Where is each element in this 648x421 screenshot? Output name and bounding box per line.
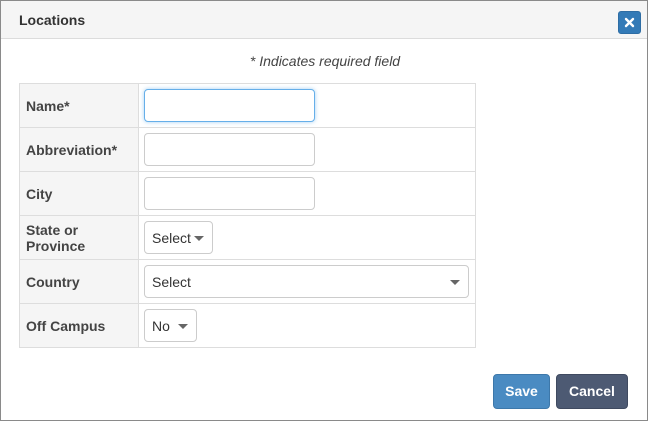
name-label: Name* — [19, 83, 139, 128]
chevron-down-icon — [178, 324, 188, 329]
required-field-note: * Indicates required field — [249, 53, 401, 69]
city-label: City — [19, 171, 139, 216]
country-select[interactable]: Select — [144, 265, 469, 298]
abbreviation-input[interactable] — [144, 133, 315, 166]
form-row-name: Name* — [19, 83, 476, 128]
dialog-header: Locations — [1, 1, 647, 39]
form-row-city: City — [19, 171, 476, 216]
state-label: State or Province — [19, 215, 139, 260]
state-select-value: Select — [152, 230, 191, 246]
form-row-state: State or Province Select — [19, 215, 476, 260]
city-input[interactable] — [144, 177, 315, 210]
country-label: Country — [19, 259, 139, 304]
off-campus-select-value: No — [152, 318, 170, 334]
chevron-down-icon — [194, 236, 204, 241]
cancel-button[interactable]: Cancel — [556, 374, 628, 409]
state-select[interactable]: Select — [144, 221, 213, 254]
country-select-value: Select — [152, 274, 191, 290]
close-button[interactable] — [618, 11, 641, 34]
close-icon — [624, 17, 635, 28]
off-campus-label: Off Campus — [19, 303, 139, 348]
location-form: Name* Abbreviation* City State or Provin… — [19, 83, 476, 348]
abbreviation-label: Abbreviation* — [19, 127, 139, 172]
dialog-title: Locations — [19, 12, 86, 28]
off-campus-select[interactable]: No — [144, 309, 197, 342]
form-row-abbreviation: Abbreviation* — [19, 127, 476, 172]
save-button[interactable]: Save — [493, 374, 550, 409]
form-row-off-campus: Off Campus No — [19, 303, 476, 348]
locations-dialog: Locations * Indicates required field Nam… — [0, 0, 648, 421]
name-input[interactable] — [144, 89, 315, 122]
chevron-down-icon — [450, 280, 460, 285]
form-row-country: Country Select — [19, 259, 476, 304]
